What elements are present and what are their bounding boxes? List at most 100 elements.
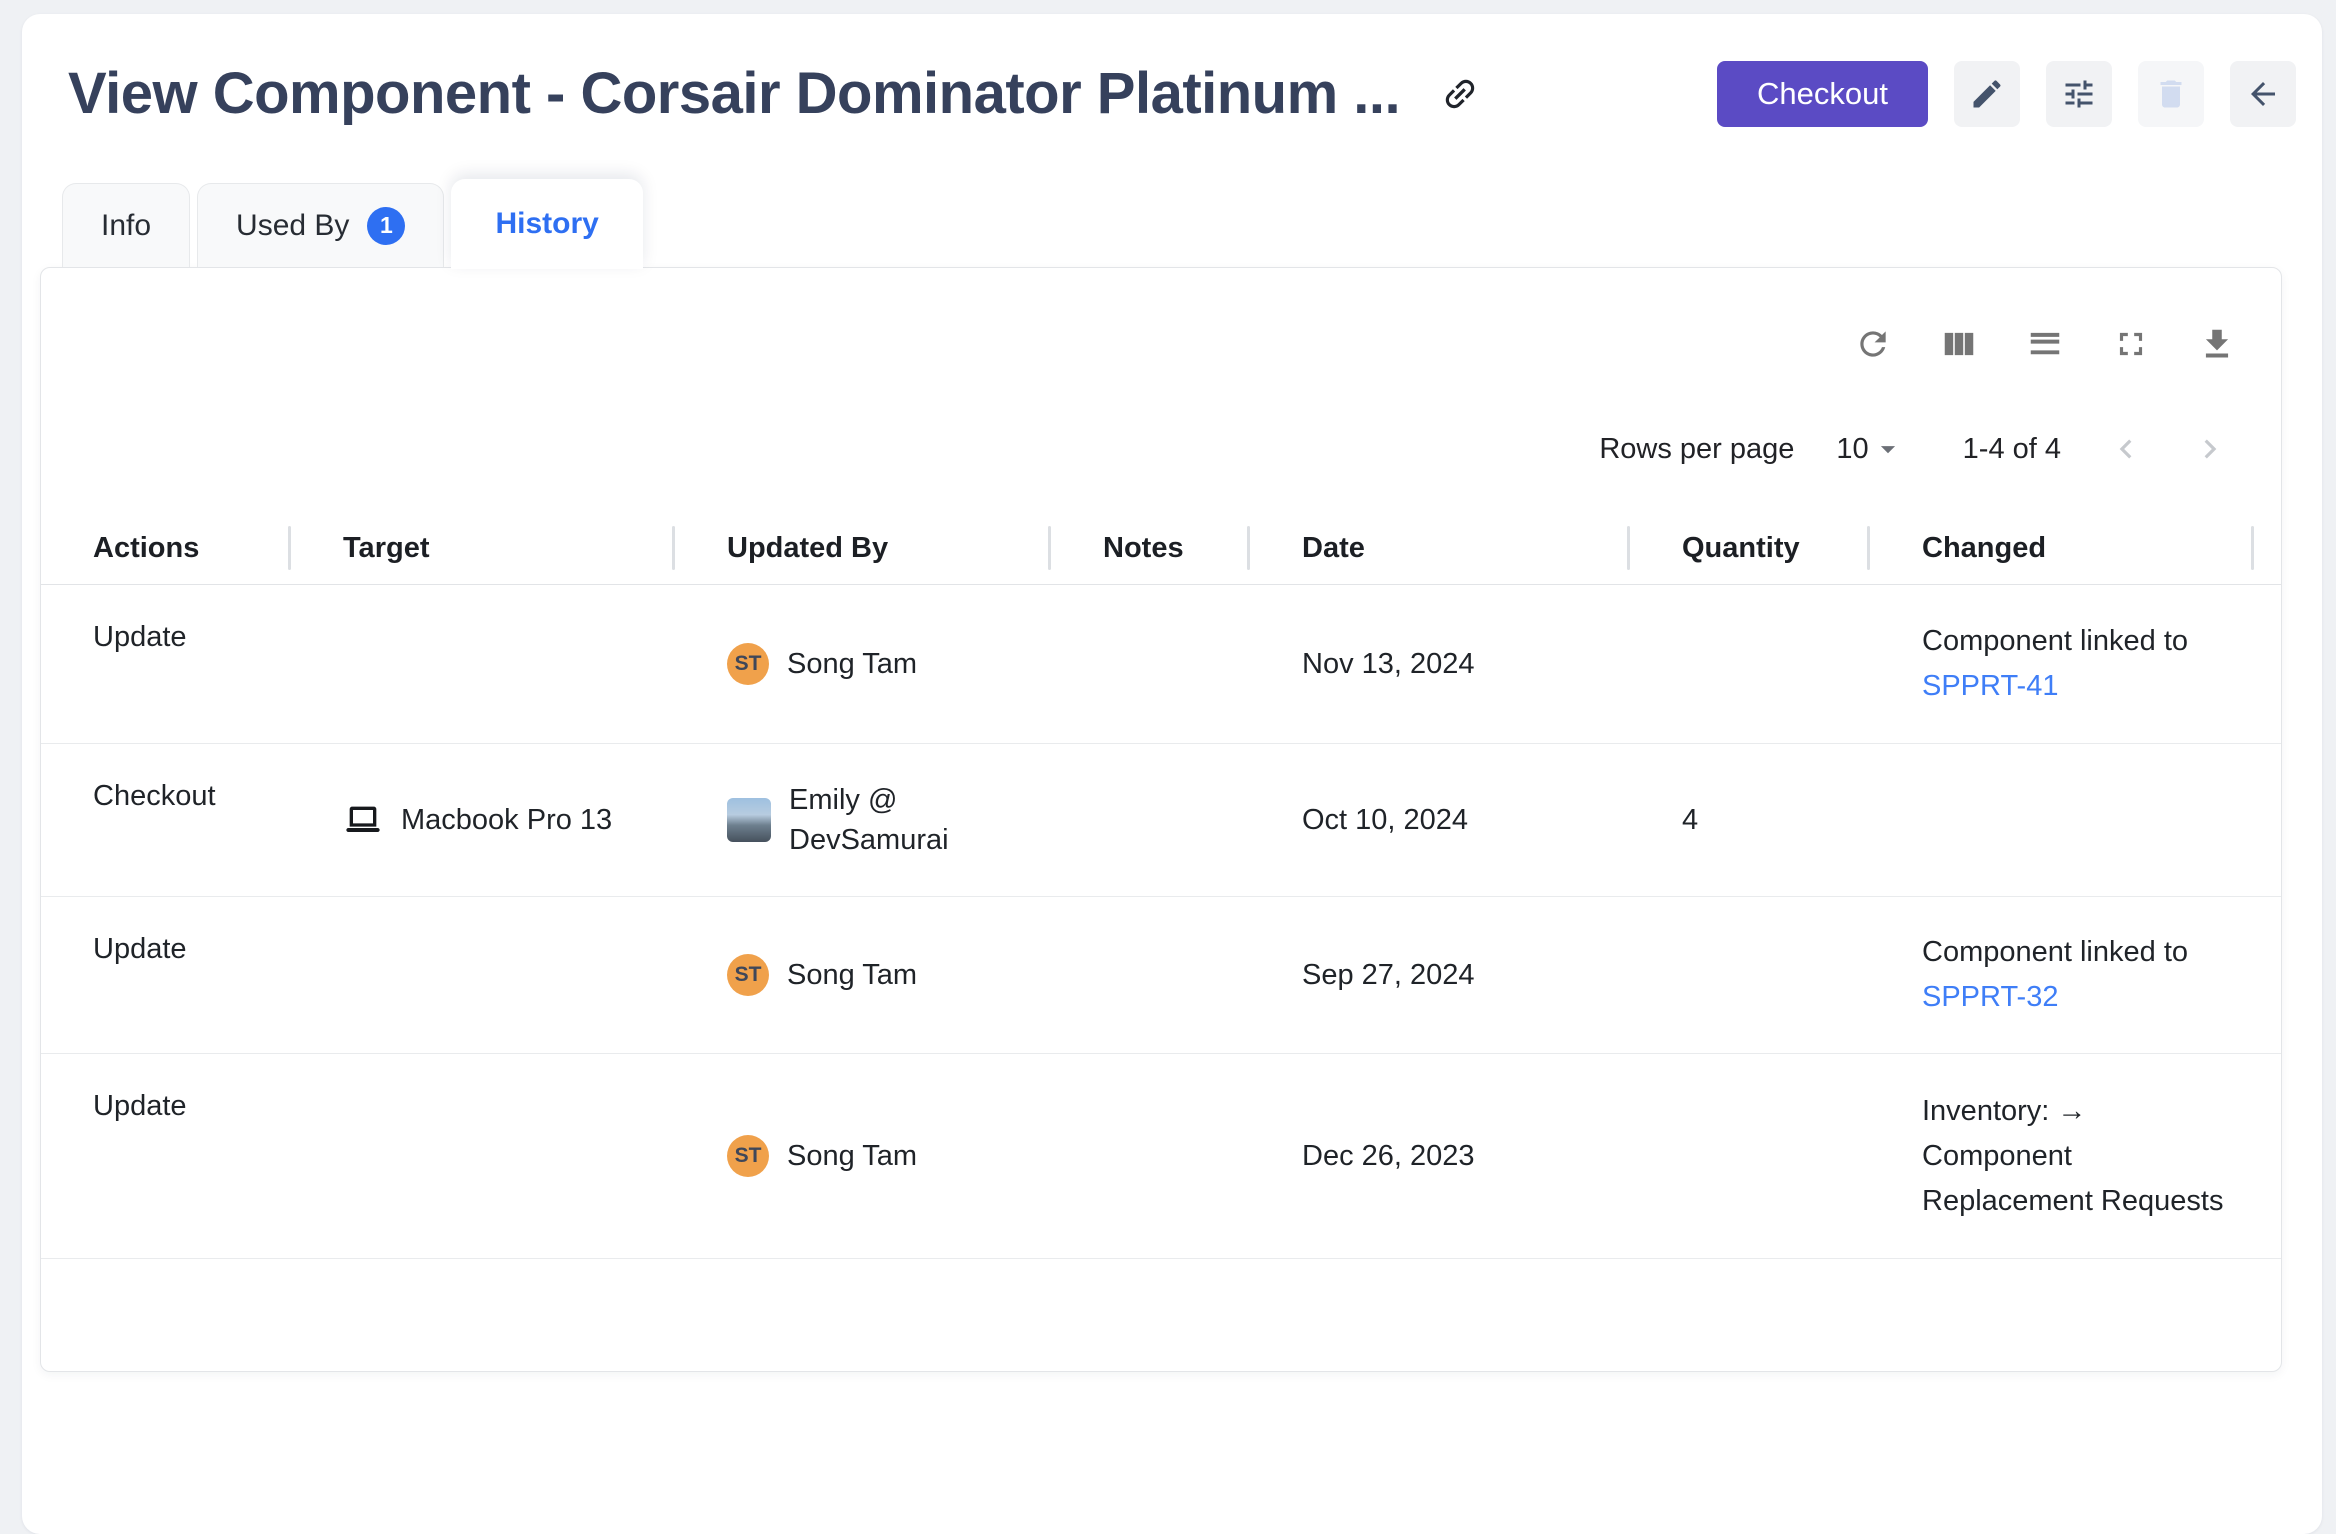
arrow-back-icon bbox=[2245, 76, 2281, 112]
trash-icon bbox=[2153, 76, 2189, 112]
action-label: Checkout bbox=[93, 780, 216, 813]
page: { "header": { "title": "View Component -… bbox=[0, 0, 2336, 1418]
fullscreen-button[interactable] bbox=[2111, 324, 2151, 364]
user-name: Song Tam bbox=[787, 955, 917, 995]
table-row: Update ST Song Tam Nov 13, 2024 Componen… bbox=[41, 585, 2281, 744]
date-text: Dec 26, 2023 bbox=[1302, 1140, 1475, 1173]
table-toolbar bbox=[41, 268, 2281, 364]
header-actions: Checkout bbox=[1717, 61, 2296, 127]
action-cell: Update bbox=[41, 897, 291, 1053]
tab-info-label: Info bbox=[101, 209, 151, 243]
fullscreen-icon bbox=[2112, 325, 2150, 363]
laptop-icon bbox=[343, 800, 383, 840]
page-card: View Component - Corsair Dominator Plati… bbox=[22, 14, 2322, 1534]
table-row: Update ST Song Tam Sep 27, 2024 Componen… bbox=[41, 897, 2281, 1054]
pagination-bar: Rows per page 10 1-4 of 4 bbox=[41, 364, 2281, 512]
link-icon bbox=[1440, 74, 1480, 114]
action-label: Update bbox=[93, 1090, 187, 1123]
action-label: Update bbox=[93, 621, 187, 654]
column-header-notes[interactable]: Notes bbox=[1051, 512, 1250, 584]
changed-text: Inventory: → Component Replacement Reque… bbox=[1922, 1095, 2223, 1217]
action-cell: Checkout bbox=[41, 744, 291, 896]
tab-history-label: History bbox=[495, 207, 598, 241]
tab-used-by-label: Used By bbox=[236, 209, 349, 243]
columns-icon bbox=[1940, 325, 1978, 363]
chevron-right-icon bbox=[2191, 430, 2229, 468]
export-download-button[interactable] bbox=[2197, 324, 2237, 364]
user-name: Song Tam bbox=[787, 644, 917, 684]
tab-used-by[interactable]: Used By 1 bbox=[197, 183, 444, 267]
target-cell: Macbook Pro 13 bbox=[291, 800, 675, 840]
action-cell: Update bbox=[41, 1054, 291, 1258]
back-button[interactable] bbox=[2230, 61, 2296, 127]
updated-by-cell: Emily @ DevSamurai bbox=[675, 780, 1051, 860]
changed-cell: Component linked to SPPRT-32 bbox=[1870, 930, 2254, 1020]
columns-button[interactable] bbox=[1939, 324, 1979, 364]
settings-button[interactable] bbox=[2046, 61, 2112, 127]
column-header-label: Date bbox=[1302, 532, 1365, 565]
date-text: Sep 27, 2024 bbox=[1302, 959, 1475, 992]
date-cell: Dec 26, 2023 bbox=[1250, 1140, 1630, 1173]
used-by-count-badge: 1 bbox=[367, 207, 405, 245]
action-label: Update bbox=[93, 933, 187, 966]
updated-by-cell: ST Song Tam bbox=[675, 1135, 1051, 1177]
tune-sliders-icon bbox=[2061, 76, 2097, 112]
action-cell: Update bbox=[41, 585, 291, 743]
table-row: Checkout Macbook Pro 13 Emily @ DevSamur… bbox=[41, 744, 2281, 897]
avatar-photo bbox=[727, 798, 771, 842]
previous-page-button[interactable] bbox=[2107, 430, 2145, 468]
column-header-label: Actions bbox=[93, 532, 199, 565]
date-text: Nov 13, 2024 bbox=[1302, 648, 1475, 681]
table-header-row: Actions Target Updated By Notes Date Qua… bbox=[41, 512, 2281, 585]
tab-info[interactable]: Info bbox=[62, 183, 190, 267]
changed-link[interactable]: SPPRT-32 bbox=[1922, 981, 2058, 1013]
user-name: Song Tam bbox=[787, 1136, 917, 1176]
chevron-left-icon bbox=[2107, 430, 2145, 468]
page-header: View Component - Corsair Dominator Plati… bbox=[22, 14, 2322, 127]
delete-button[interactable] bbox=[2138, 61, 2204, 127]
column-header-updated-by[interactable]: Updated By bbox=[675, 512, 1051, 584]
tab-bar: Info Used By 1 History bbox=[62, 179, 2322, 267]
tab-history[interactable]: History bbox=[451, 179, 642, 269]
updated-by-cell: ST Song Tam bbox=[675, 643, 1051, 685]
refresh-button[interactable] bbox=[1853, 324, 1893, 364]
download-icon bbox=[2198, 325, 2236, 363]
refresh-icon bbox=[1854, 325, 1892, 363]
page-range-label: 1-4 of 4 bbox=[1963, 433, 2061, 466]
column-header-target[interactable]: Target bbox=[291, 512, 675, 584]
next-page-button[interactable] bbox=[2191, 430, 2229, 468]
pencil-icon bbox=[1969, 76, 2005, 112]
changed-cell: Inventory: → Component Replacement Reque… bbox=[1870, 1089, 2254, 1224]
avatar: ST bbox=[727, 954, 769, 996]
column-header-actions[interactable]: Actions bbox=[41, 512, 291, 584]
rows-per-page-select[interactable]: 10 bbox=[1836, 432, 1904, 466]
changed-link[interactable]: SPPRT-41 bbox=[1922, 670, 2058, 702]
changed-cell: Component linked to SPPRT-41 bbox=[1870, 619, 2254, 709]
avatar: ST bbox=[727, 1135, 769, 1177]
quantity-cell: 4 bbox=[1630, 804, 1870, 837]
date-cell: Oct 10, 2024 bbox=[1250, 804, 1630, 837]
column-header-date[interactable]: Date bbox=[1250, 512, 1630, 584]
copy-link-button[interactable] bbox=[1440, 74, 1480, 114]
date-cell: Sep 27, 2024 bbox=[1250, 959, 1630, 992]
table-row: Update ST Song Tam Dec 26, 2023 Inventor… bbox=[41, 1054, 2281, 1259]
avatar: ST bbox=[727, 643, 769, 685]
density-icon bbox=[2026, 325, 2064, 363]
column-header-label: Target bbox=[343, 532, 429, 565]
rows-per-page-label: Rows per page bbox=[1599, 433, 1794, 466]
updated-by-cell: ST Song Tam bbox=[675, 954, 1051, 996]
checkout-button[interactable]: Checkout bbox=[1717, 61, 1928, 127]
history-table-card: Rows per page 10 1-4 of 4 Actions bbox=[40, 267, 2282, 1372]
column-header-label: Quantity bbox=[1682, 532, 1800, 565]
column-header-label: Changed bbox=[1922, 532, 2046, 565]
column-header-quantity[interactable]: Quantity bbox=[1630, 512, 1870, 584]
density-button[interactable] bbox=[2025, 324, 2065, 364]
target-name: Macbook Pro 13 bbox=[401, 804, 612, 837]
rows-per-page-value: 10 bbox=[1836, 433, 1868, 466]
date-text: Oct 10, 2024 bbox=[1302, 804, 1468, 837]
column-header-label: Notes bbox=[1103, 532, 1184, 565]
edit-button[interactable] bbox=[1954, 61, 2020, 127]
changed-text: Component linked to bbox=[1922, 936, 2188, 968]
quantity-text: 4 bbox=[1682, 804, 1698, 837]
column-header-changed[interactable]: Changed bbox=[1870, 512, 2254, 584]
